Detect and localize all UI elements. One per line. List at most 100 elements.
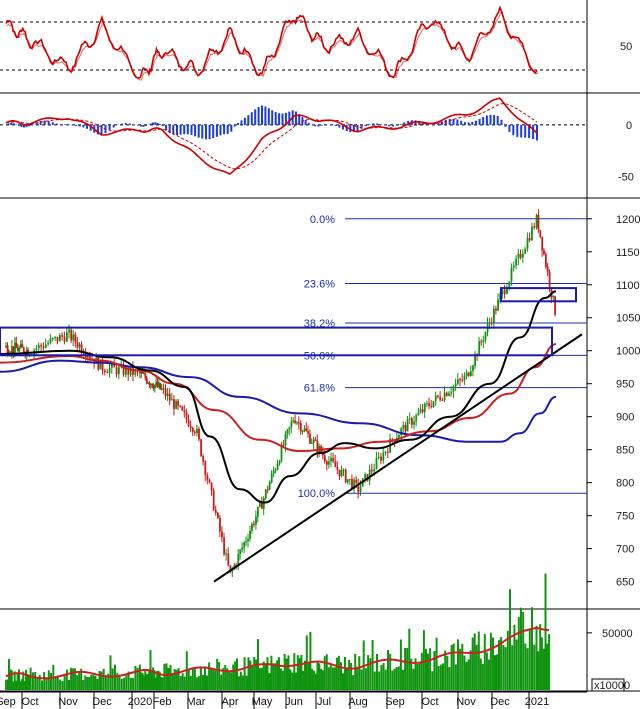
volume-bar [531,607,533,690]
volume-bar [461,643,464,690]
volume-bar [94,675,97,690]
volume-bar [473,633,476,690]
price-candle-body [503,290,506,294]
price-candle-body [237,554,240,566]
fib-level-label: 61.8% [304,383,335,395]
price-candle-body [398,435,400,438]
price-candle-body [40,344,43,347]
price-candle-body [482,340,485,342]
volume-bar [418,663,421,690]
price-candle-body [166,393,169,397]
volume-bar [134,665,137,690]
x-axis-label: Dec [92,696,112,708]
price-candle-body [495,308,497,311]
price-candle-body [470,371,472,376]
volume-bar [167,667,170,690]
volume-bar [371,640,374,690]
volume-bar [43,672,46,690]
volume-bar [70,667,73,690]
price-candle-body [484,332,487,341]
volume-bar [86,677,89,690]
volume-bar [177,668,180,690]
price-candle-body [310,443,313,444]
volume-bar [216,658,219,690]
volume-bar [427,653,429,690]
price-candle-body [247,539,249,542]
volume-bar [471,637,474,690]
price-candle-body [326,461,328,465]
fib-level-label: 50.0% [304,350,335,362]
volume-bar [249,660,252,690]
price-tick-label: 650 [616,577,634,589]
volume-bar [483,633,486,690]
price-candle-body [380,456,382,461]
price-candle-body [524,248,527,254]
volume-bar [31,672,34,690]
price-candle-body [539,230,542,237]
price-candle-body [497,299,499,311]
price-candle-body [144,373,147,379]
price-candle-body [204,461,207,476]
volume-bar [316,660,319,690]
volume-bar [408,628,411,690]
price-candle-body [276,463,279,470]
volume-bar [494,655,496,690]
volume-bar [481,663,484,690]
volume-bar [422,630,425,690]
price-candle-body [519,253,522,258]
price-candle-body [461,379,464,381]
volume-bar [496,654,498,690]
price-candle-body [63,336,66,342]
volume-bar [220,674,223,690]
price-candle-body [78,344,81,348]
fib-level-label: 0.0% [310,214,335,226]
volume-bar [498,640,500,690]
price-candle-body [129,366,132,375]
price-candle-body [42,346,45,348]
x-axis-label: Sep [0,696,16,708]
volume-bar [528,630,531,690]
volume-bar [287,655,290,690]
price-candle-body [515,258,517,266]
price-candle-body [506,288,508,294]
price-tick-label: 1150 [616,247,640,259]
price-candle-body [488,322,491,324]
price-candle-body [330,457,332,462]
price-candle-body [296,422,298,424]
price-candle-body [526,238,529,249]
volume-bar [212,669,215,690]
volume-bar [304,660,306,690]
volume-bar [431,671,434,690]
volume-bar [526,648,529,690]
volume-bar [444,650,447,690]
price-candle-body [450,391,453,394]
x-axis-label: Nov [456,696,476,708]
price-candle-body [217,512,219,518]
price-candle-body [257,506,259,517]
volume-bar [278,657,280,690]
volume-bar [59,679,62,690]
price-candle-body [243,542,246,548]
price-tick-label: 950 [616,379,634,391]
volume-bar [314,673,317,690]
price-tick-label: 1200 [616,214,640,226]
volume-bar [325,654,328,690]
volume-bar [298,658,301,690]
price-candle-body [47,342,50,345]
volume-bar [399,639,402,690]
price-candle-body [548,271,551,288]
volume-bar [504,647,507,690]
price-candle-body [72,334,75,341]
volume-bar [253,657,256,690]
x-axis-label: Jun [285,696,303,708]
price-candle-body [61,335,64,337]
price-candle-body [314,439,317,441]
volume-bar [402,669,404,690]
price-candle-body [441,399,444,401]
volume-bar [358,656,361,690]
price-candle-body [286,429,289,434]
price-candle-body [177,400,179,406]
volume-bar [321,670,324,690]
price-candle-body [56,336,59,342]
price-candle-body [309,433,311,444]
